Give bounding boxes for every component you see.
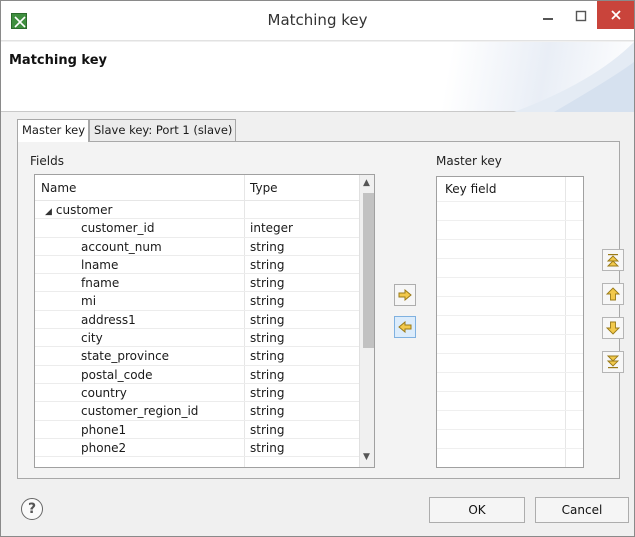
field-name: country bbox=[81, 385, 127, 400]
table-row[interactable]: city string bbox=[35, 329, 359, 348]
row-divider bbox=[437, 334, 583, 335]
table-row[interactable]: customer_id integer bbox=[35, 219, 359, 238]
row-divider bbox=[437, 372, 583, 373]
table-row[interactable]: phone1 string bbox=[35, 421, 359, 439]
field-name: mi bbox=[81, 294, 97, 309]
table-row[interactable]: mi string bbox=[35, 292, 359, 311]
move-down-button[interactable] bbox=[602, 317, 624, 339]
move-up-button[interactable] bbox=[602, 283, 624, 305]
table-row[interactable]: account_num string bbox=[35, 238, 359, 256]
close-icon[interactable] bbox=[597, 1, 634, 29]
dialog-footer: ? OK Cancel bbox=[1, 481, 634, 536]
key-table-header: Key field bbox=[437, 177, 583, 201]
row-divider bbox=[437, 296, 583, 297]
tree-node-label: customer bbox=[55, 203, 113, 217]
header-title: Matching key bbox=[9, 53, 108, 68]
field-name: customer_region_id bbox=[81, 404, 199, 419]
table-row[interactable]: postal_code string bbox=[35, 366, 359, 384]
field-name: city bbox=[81, 331, 103, 346]
minimize-icon[interactable] bbox=[531, 1, 565, 31]
dialog-header: Matching key bbox=[1, 42, 634, 112]
field-type: string bbox=[250, 257, 285, 272]
field-name: state_province bbox=[81, 349, 170, 364]
field-type: string bbox=[250, 404, 285, 419]
field-name: lname bbox=[81, 257, 119, 272]
arrow-up-icon bbox=[606, 287, 620, 301]
row-divider bbox=[437, 258, 583, 259]
table-row[interactable]: fname string bbox=[35, 274, 359, 293]
table-row[interactable]: state_province string bbox=[35, 347, 359, 366]
add-to-key-button[interactable] bbox=[394, 284, 416, 306]
table-row[interactable]: country string bbox=[35, 384, 359, 403]
arrow-down-icon bbox=[606, 321, 620, 335]
table-row[interactable]: phone2 string bbox=[35, 439, 359, 458]
field-name: postal_code bbox=[81, 367, 153, 382]
fields-rows: ◢ customer customer_id integer account_num… bbox=[35, 201, 359, 458]
tree-row-customer[interactable]: ◢ customer bbox=[35, 201, 359, 220]
row-divider bbox=[437, 410, 583, 411]
field-type: string bbox=[250, 294, 285, 309]
tab-slave-key[interactable]: Slave key: Port 1 (slave) bbox=[89, 119, 236, 141]
field-name: phone2 bbox=[81, 440, 127, 455]
header-decoration bbox=[474, 42, 634, 112]
row-divider bbox=[437, 353, 583, 354]
fields-table[interactable]: Name Type ◢ customer customer_id integer a… bbox=[34, 174, 375, 468]
collapse-triangle-icon[interactable]: ◢ bbox=[45, 207, 52, 217]
row-divider bbox=[437, 239, 583, 240]
row-divider bbox=[437, 201, 583, 202]
column-header-key-field[interactable]: Key field bbox=[445, 182, 496, 196]
row-divider bbox=[437, 220, 583, 221]
field-name: fname bbox=[81, 276, 120, 291]
double-arrow-down-icon bbox=[606, 355, 620, 369]
double-arrow-up-icon bbox=[606, 254, 620, 267]
field-type: string bbox=[250, 422, 285, 437]
field-name: phone1 bbox=[81, 422, 127, 437]
maximize-icon[interactable] bbox=[564, 1, 598, 31]
scroll-down-icon[interactable]: ▼ bbox=[363, 452, 370, 462]
cancel-button[interactable]: Cancel bbox=[535, 497, 629, 523]
help-icon[interactable]: ? bbox=[21, 498, 43, 520]
table-row[interactable]: address1 string bbox=[35, 311, 359, 330]
column-header-name[interactable]: Name bbox=[41, 181, 76, 195]
row-divider bbox=[437, 315, 583, 316]
field-type: string bbox=[250, 349, 285, 364]
field-type: string bbox=[250, 239, 285, 254]
field-type: string bbox=[250, 440, 285, 455]
scrollbar-thumb[interactable] bbox=[363, 193, 374, 348]
field-type: string bbox=[250, 385, 285, 400]
field-name: customer_id bbox=[81, 221, 155, 236]
table-row[interactable]: customer_region_id string bbox=[35, 402, 359, 421]
fields-label: Fields bbox=[30, 154, 64, 168]
row-divider bbox=[437, 448, 583, 449]
move-to-bottom-button[interactable] bbox=[602, 351, 624, 373]
column-header-type[interactable]: Type bbox=[250, 181, 278, 195]
ok-button[interactable]: OK bbox=[429, 497, 525, 523]
row-divider bbox=[437, 277, 583, 278]
move-to-top-button[interactable] bbox=[602, 249, 624, 271]
field-type: string bbox=[250, 312, 285, 327]
scroll-up-icon[interactable]: ▲ bbox=[363, 178, 370, 188]
field-type: string bbox=[250, 367, 285, 382]
fields-scrollbar[interactable]: ▲ ▼ bbox=[359, 175, 374, 467]
fields-table-header: Name Type bbox=[35, 175, 359, 201]
remove-from-key-button[interactable] bbox=[394, 316, 416, 338]
field-name: account_num bbox=[81, 239, 162, 254]
field-type: string bbox=[250, 276, 285, 291]
field-type: integer bbox=[250, 221, 293, 236]
arrow-left-icon bbox=[398, 321, 412, 333]
master-key-table[interactable]: Key field bbox=[436, 176, 584, 468]
title-bar[interactable]: Matching key bbox=[1, 1, 634, 41]
master-key-panel: Fields Master key Name Type ◢ customer cu… bbox=[17, 141, 624, 479]
field-type: string bbox=[250, 331, 285, 346]
row-divider bbox=[437, 391, 583, 392]
tab-master-key[interactable]: Master key bbox=[17, 119, 89, 142]
field-name: address1 bbox=[81, 312, 136, 327]
master-key-label: Master key bbox=[436, 154, 502, 168]
table-row[interactable]: lname string bbox=[35, 256, 359, 275]
arrow-right-icon bbox=[398, 289, 412, 301]
matching-key-dialog: Matching key Matching key Master key Sla… bbox=[0, 0, 635, 537]
row-divider bbox=[437, 429, 583, 430]
